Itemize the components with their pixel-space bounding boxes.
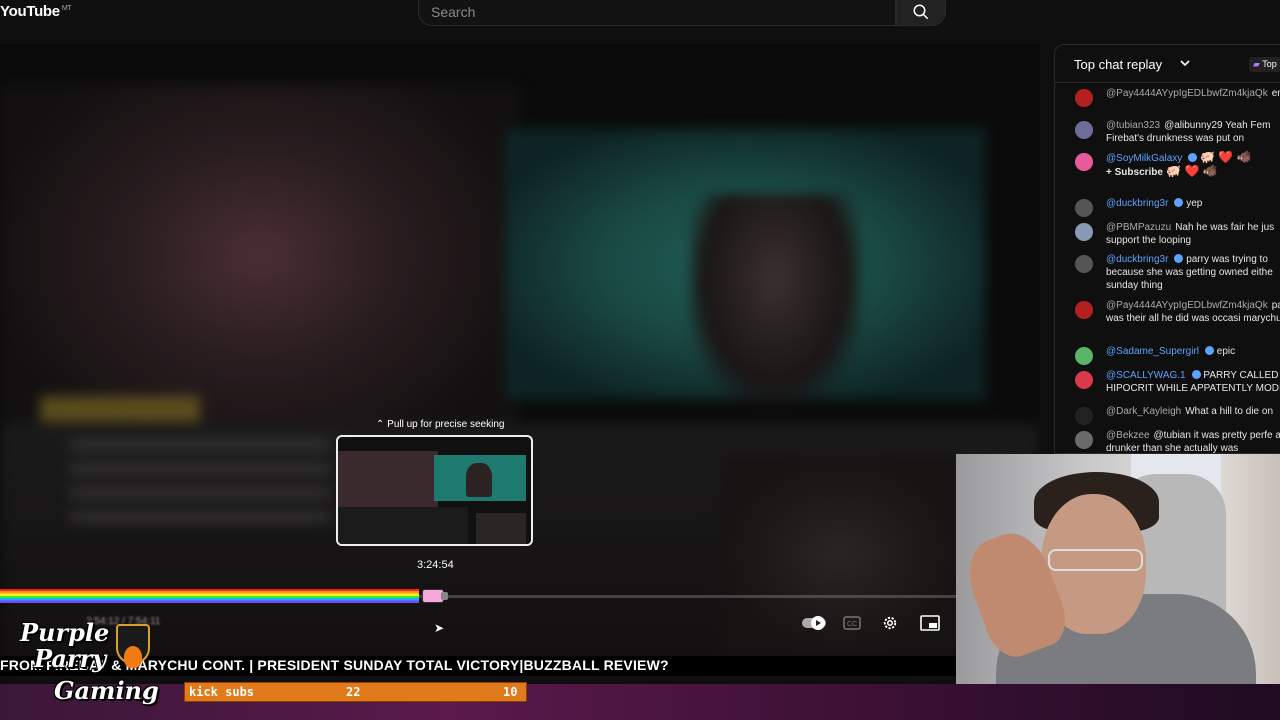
chat-author[interactable]: @SCALLYWAG.1 xyxy=(1106,370,1186,381)
chat-mode-dropdown[interactable]: Top chat replay xyxy=(1074,57,1162,72)
avatar[interactable] xyxy=(1075,301,1093,319)
chat-author[interactable]: @Pay4444AYypIgEDLbwfZm4kjaQk xyxy=(1106,88,1268,99)
subs-goal-label: kick subs xyxy=(189,685,255,699)
logo-text: YouTube xyxy=(0,3,60,20)
flame-icon xyxy=(124,646,142,668)
search-bar xyxy=(418,0,946,26)
progress-played-rainbow[interactable] xyxy=(0,589,419,603)
top-bar: YouTube MT xyxy=(0,0,1280,44)
avatar[interactable] xyxy=(1075,347,1093,365)
chat-author[interactable]: @Pay4444AYypIgEDLbwfZm4kjaQk xyxy=(1106,300,1268,311)
youtube-logo[interactable]: YouTube MT xyxy=(0,3,72,20)
channel-brand-logo: Purple Parry Gaming xyxy=(0,616,170,720)
miniplayer-icon xyxy=(920,615,940,631)
chat-message-body: @duckbring3r parry was trying to because… xyxy=(1106,253,1280,292)
captions-button[interactable]: CC xyxy=(843,613,861,633)
live-chat-replay: Top chat replay ▰ Top @Pay4444AYypIgEDLb… xyxy=(1054,44,1280,454)
chat-message-body: @Pay4444AYypIgEDLbwfZm4kjaQkparry was th… xyxy=(1106,299,1280,325)
chat-message-body: @SoyMilkGalaxy 🐖 ❤️ 🐗 + Subscribe 🐖 ❤️ 🐗 xyxy=(1106,151,1280,179)
brand-line-1: Purple xyxy=(20,618,110,647)
chat-message-body: @tubian323 @alibunny29 Yeah Fem Firebat's… xyxy=(1106,119,1280,145)
verified-badge-icon xyxy=(1174,254,1184,263)
autoplay-icon xyxy=(802,616,826,630)
scrubber-handle[interactable] xyxy=(422,589,448,603)
chat-text: yep xyxy=(1186,198,1203,209)
verified-badge-icon xyxy=(1188,153,1198,162)
video-highlight xyxy=(40,396,200,422)
chat-text: epic xyxy=(1216,346,1236,357)
search-icon xyxy=(913,4,929,20)
chat-author[interactable]: @PBMPazuzu xyxy=(1106,222,1171,233)
chat-header: Top chat replay ▰ Top xyxy=(1055,45,1280,83)
chat-text: enforcement xyxy=(1271,88,1280,99)
avatar[interactable] xyxy=(1075,371,1093,389)
svg-text:CC: CC xyxy=(847,621,857,628)
seek-hint: ⌃ Pull up for precise seeking xyxy=(376,419,504,430)
avatar[interactable] xyxy=(1075,89,1093,107)
chat-message-body: @Pay4444AYypIgEDLbwfZm4kjaQkenforcement xyxy=(1106,87,1280,100)
seek-preview-time: 3:24:54 xyxy=(417,559,454,571)
chat-message-body: @PBMPazuzu Nah he was fair he jus support… xyxy=(1106,221,1280,247)
emote-icon: 🐖 ❤️ 🐗 xyxy=(1200,150,1252,164)
chat-author[interactable]: @Bekzee xyxy=(1106,430,1150,441)
chat-author[interactable]: @Dark_Kayleigh xyxy=(1106,406,1181,417)
video-chat-overlay xyxy=(70,439,330,529)
chat-author[interactable]: @tubian323 xyxy=(1106,120,1160,131)
brand-line-3: Gaming xyxy=(54,676,159,705)
seek-preview-thumbnail xyxy=(336,435,533,546)
top-fan-badge[interactable]: ▰ Top xyxy=(1249,57,1280,72)
autoplay-toggle[interactable] xyxy=(801,613,827,633)
search-button[interactable] xyxy=(896,0,946,26)
chevron-up-icon: ⌃ xyxy=(376,419,385,430)
streamer-webcam xyxy=(956,454,1280,686)
subscribe-text: + Subscribe xyxy=(1106,167,1163,178)
chat-author[interactable]: @duckbring3r xyxy=(1106,254,1168,265)
settings-button[interactable] xyxy=(880,613,900,633)
avatar[interactable] xyxy=(1075,153,1093,171)
mouse-cursor-icon: ➤ xyxy=(434,621,445,635)
verified-badge-icon xyxy=(1174,198,1184,207)
chat-author[interactable]: @Sadame_Supergirl xyxy=(1106,346,1199,357)
avatar[interactable] xyxy=(1075,255,1093,273)
emote-icon: 🐖 ❤️ 🐗 xyxy=(1162,164,1218,178)
chat-author[interactable]: @SoyMilkGalaxy xyxy=(1106,153,1182,164)
chat-author[interactable]: @duckbring3r xyxy=(1106,198,1168,209)
seek-hint-text: Pull up for precise seeking xyxy=(387,419,505,430)
subs-goal-target: 10 xyxy=(503,685,518,699)
chat-message-body: @duckbring3r yep xyxy=(1106,197,1280,210)
miniplayer-button[interactable] xyxy=(919,613,941,633)
verified-badge-icon xyxy=(1204,346,1214,355)
chat-message-body: @Dark_Kayleigh What a hill to die on xyxy=(1106,405,1280,418)
crown-icon: ▰ xyxy=(1253,59,1260,69)
avatar[interactable] xyxy=(1075,199,1093,217)
chat-message-body: @Bekzee@tubian it was pretty perfe actin… xyxy=(1106,429,1280,453)
avatar[interactable] xyxy=(1075,431,1093,449)
captions-icon: CC xyxy=(843,616,861,630)
chat-text: What a hill to die on xyxy=(1185,406,1274,417)
avatar[interactable] xyxy=(1075,121,1093,139)
brand-line-2: Parry xyxy=(34,644,107,673)
chat-message-body: @SCALLYWAG.1 PARRY CALLED HIPOCRIT WHILE… xyxy=(1106,369,1280,395)
verified-badge-icon xyxy=(1191,370,1201,379)
region-code: MT xyxy=(61,5,72,12)
video-frame xyxy=(0,44,1040,684)
chat-subscribe-line: + Subscribe 🐖 ❤️ 🐗 xyxy=(1106,165,1280,179)
video-figure xyxy=(690,194,860,404)
subs-goal-current: 22 xyxy=(346,685,361,699)
video-player[interactable]: ⌃ Pull up for precise seeking 3:24:54 2:… xyxy=(0,44,1040,684)
gear-icon xyxy=(883,616,897,630)
chat-message-body: @Sadame_Supergirl epic xyxy=(1106,345,1280,358)
search-input[interactable] xyxy=(418,0,896,26)
avatar[interactable] xyxy=(1075,223,1093,241)
chevron-down-icon[interactable] xyxy=(1179,57,1191,69)
avatar[interactable] xyxy=(1075,407,1093,425)
